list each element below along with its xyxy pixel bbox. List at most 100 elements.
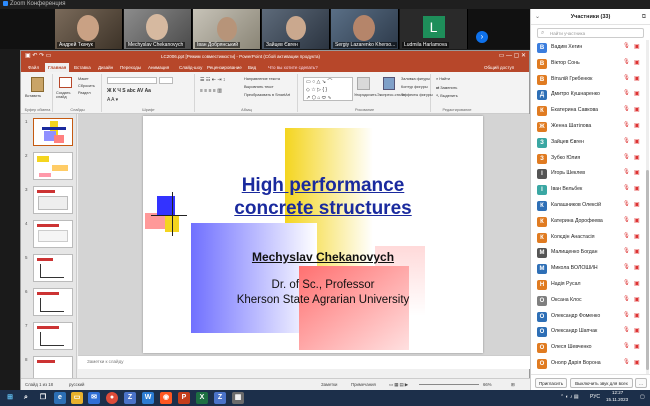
mic-muted-icon[interactable]: 🎙 — [623, 75, 630, 81]
collapse-icon[interactable]: ⌄ — [535, 9, 540, 25]
participant-row[interactable]: І Іван Вельбек 🎙 ▣ — [531, 182, 645, 198]
tab-transitions[interactable]: Переходы — [117, 63, 144, 72]
camera-off-icon[interactable]: ▣ — [634, 359, 640, 366]
mail-icon[interactable]: ✉ — [88, 392, 100, 404]
tab-file[interactable]: Файл — [25, 63, 42, 72]
mic-muted-icon[interactable]: 🎙 — [623, 185, 630, 191]
mic-muted-icon[interactable]: 🎙 — [623, 43, 630, 49]
participant-row[interactable]: І Игорь Шеклев 🎙 ▣ — [531, 166, 645, 182]
camera-off-icon[interactable]: ▣ — [634, 327, 640, 334]
app-icon[interactable]: ▦ — [232, 392, 244, 404]
camera-off-icon[interactable]: ▣ — [634, 312, 640, 319]
mic-muted-icon[interactable]: 🎙 — [623, 312, 630, 318]
camera-off-icon[interactable]: ▣ — [634, 233, 640, 240]
participant-row[interactable]: З Зубко Юлия 🎙 ▣ — [531, 151, 645, 167]
camera-off-icon[interactable]: ▣ — [634, 201, 640, 208]
participant-row[interactable]: О Онолр Дарія Ворона 🎙 ▣ — [531, 356, 645, 372]
camera-off-icon[interactable]: ▣ — [634, 264, 640, 271]
camera-off-icon[interactable]: ▣ — [634, 122, 640, 129]
participant-row[interactable]: Ж Женна Шатілова 🎙 ▣ — [531, 119, 645, 135]
camera-off-icon[interactable]: ▣ — [634, 217, 640, 224]
window-controls[interactable]: ▭ — ▢ ✕ — [499, 51, 526, 62]
edge-icon[interactable]: e — [54, 392, 66, 404]
video-tile[interactable]: Іван Добрянський — [193, 9, 261, 49]
notification-icon[interactable]: ▢ — [640, 394, 645, 400]
camera-off-icon[interactable]: ▣ — [634, 106, 640, 113]
participant-row[interactable]: В Віталій Гребенюк 🎙 ▣ — [531, 72, 645, 88]
slide-thumbnail[interactable]: 1 — [25, 118, 73, 146]
mic-muted-icon[interactable]: 🎙 — [623, 169, 630, 175]
windows-start-icon[interactable]: ⊞ — [4, 392, 16, 404]
mic-muted-icon[interactable]: 🎙 — [623, 264, 630, 270]
participant-row[interactable]: В Віктор Сонь 🎙 ▣ — [531, 56, 645, 72]
participant-row[interactable]: М Малищенко Богдан 🎙 ▣ — [531, 245, 645, 261]
mute-all-button[interactable]: Выключить звук для всех — [570, 378, 633, 388]
clock-time[interactable]: 12:27 — [612, 390, 623, 395]
shape-fill-button[interactable]: Заливка фигуры — [401, 77, 430, 81]
shape-effects-button[interactable]: Эффекты фигуры — [401, 93, 433, 97]
quick-styles-icon[interactable] — [383, 77, 395, 90]
word-icon[interactable]: W — [142, 392, 154, 404]
share-button[interactable]: Общий доступ — [481, 63, 517, 72]
camera-off-icon[interactable]: ▣ — [634, 296, 640, 303]
smartart-button[interactable]: Преобразовать в SmartArt — [244, 93, 290, 97]
invite-button[interactable]: Пригласить — [535, 378, 567, 388]
zoom-meeting-icon[interactable]: Z — [214, 392, 226, 404]
shape-outline-button[interactable]: Контур фигуры — [401, 85, 428, 89]
mic-muted-icon[interactable]: 🎙 — [623, 296, 630, 302]
participant-row[interactable]: З Зайцев Євген 🎙 ▣ — [531, 135, 645, 151]
slide-thumbnail[interactable]: 4 — [25, 220, 73, 248]
participant-row[interactable]: О Олександр Шапчак 🎙 ▣ — [531, 324, 645, 340]
slide-thumbnail[interactable]: 7 — [25, 322, 73, 350]
find-button[interactable]: ⌕ Найти — [436, 77, 450, 81]
participant-row[interactable]: Н Надія Русал 🎙 ▣ — [531, 277, 645, 293]
mic-muted-icon[interactable]: 🎙 — [623, 217, 630, 223]
clock-date[interactable]: 15.11.2023 — [606, 397, 628, 402]
arrange-icon[interactable] — [357, 77, 370, 90]
select-button[interactable]: ↖ Выделить — [436, 93, 458, 98]
participant-search-input[interactable]: ⌕ Найти участника — [537, 28, 644, 38]
more-button[interactable]: … — [635, 378, 647, 388]
zoom-app-icon[interactable]: Z — [124, 392, 136, 404]
notes-pane[interactable]: Заметки к слайду — [78, 355, 531, 369]
font-name-select[interactable] — [107, 77, 157, 84]
slide-title[interactable]: High performance concrete structures — [203, 174, 443, 220]
popout-icon[interactable]: ⧉ — [642, 9, 646, 25]
file-explorer-icon[interactable]: ▭ — [71, 392, 83, 404]
camera-off-icon[interactable]: ▣ — [634, 59, 640, 66]
participant-row[interactable]: М Микола ВОЛОШИН 🎙 ▣ — [531, 261, 645, 277]
video-tile[interactable]: Андрей Ткачук — [55, 9, 123, 49]
mic-muted-icon[interactable]: 🎙 — [623, 138, 630, 144]
font-size-select[interactable] — [159, 77, 173, 84]
camera-off-icon[interactable]: ▣ — [634, 343, 640, 350]
search-icon[interactable]: ⌕ — [20, 392, 32, 404]
reset-button[interactable]: Сбросить — [78, 84, 95, 88]
participant-row[interactable]: О Олександр Фоменко 🎙 ▣ — [531, 309, 645, 325]
camera-off-icon[interactable]: ▣ — [634, 75, 640, 82]
text-direction-button[interactable]: Направление текста — [244, 77, 280, 81]
list-buttons[interactable]: ☰ ☷ ⇤ ⇥ ↕ — [200, 77, 225, 83]
participant-row[interactable]: В Вадим Хегин 🎙 ▣ — [531, 40, 645, 56]
slide-editor[interactable]: High performance concrete structures Mec… — [78, 114, 531, 355]
firefox-icon[interactable]: ◉ — [160, 392, 172, 404]
mic-muted-icon[interactable]: 🎙 — [623, 201, 630, 207]
new-slide-icon[interactable] — [59, 77, 72, 88]
tab-animation[interactable]: Анимация — [145, 63, 172, 72]
slide-author[interactable]: Mechyslav Chekanovych — [203, 250, 443, 264]
camera-off-icon[interactable]: ▣ — [634, 280, 640, 287]
new-slide-button[interactable]: Создать слайд — [56, 91, 78, 99]
scroll-thumb[interactable] — [646, 170, 649, 370]
video-tile[interactable]: Sergiy Lazarenko Kherso... — [331, 9, 399, 49]
participant-row[interactable]: К Катерина Дорофеева 🎙 ▣ — [531, 214, 645, 230]
paste-button[interactable]: Вставить — [25, 94, 41, 98]
paste-icon[interactable] — [31, 77, 44, 92]
slide-thumbnail[interactable]: 5 — [25, 254, 73, 282]
chrome-icon[interactable]: ● — [106, 392, 118, 404]
participant-row[interactable]: К Екатерина Савкова 🎙 ▣ — [531, 103, 645, 119]
section-button[interactable]: Раздел — [78, 91, 91, 95]
gallery-next-button[interactable]: › — [476, 31, 488, 43]
participant-row[interactable]: К Калашников Олексій 🎙 ▣ — [531, 198, 645, 214]
mic-muted-icon[interactable]: 🎙 — [623, 343, 630, 349]
zoom-slider[interactable] — [419, 384, 479, 385]
camera-off-icon[interactable]: ▣ — [634, 248, 640, 255]
